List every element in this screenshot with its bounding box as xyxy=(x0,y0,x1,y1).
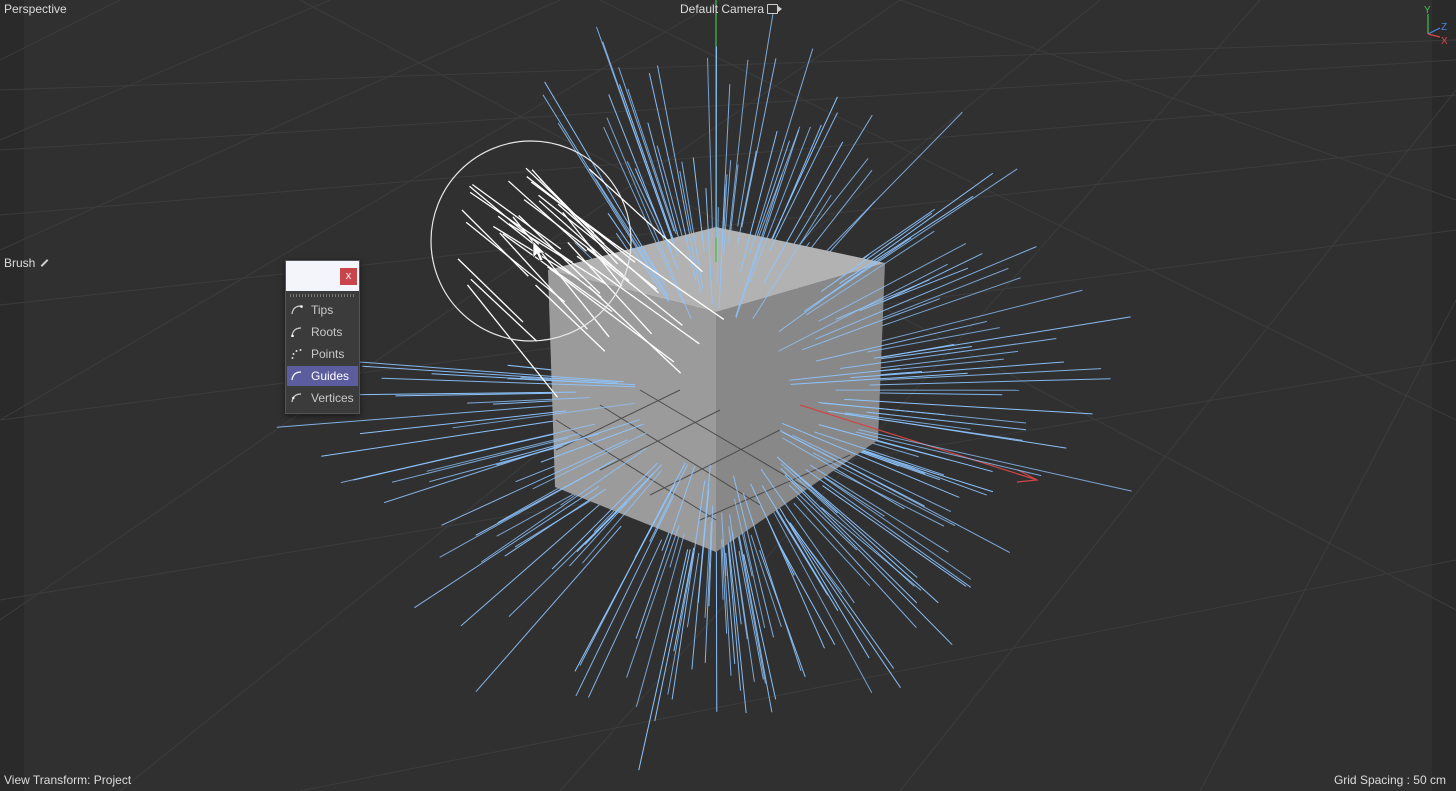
hair-strand xyxy=(587,539,663,698)
hair-strand xyxy=(869,378,1111,386)
viewport[interactable]: Perspective Default Camera Brush View Tr… xyxy=(0,0,1456,791)
grid-line xyxy=(0,0,331,141)
hair-strand xyxy=(508,501,627,617)
menu-item-roots[interactable]: Roots xyxy=(287,322,358,342)
gizmo-z-label: Z xyxy=(1441,22,1447,33)
hair-strand xyxy=(359,410,567,435)
grid-line xyxy=(0,59,1456,151)
vertices-icon xyxy=(291,393,302,403)
hair-strand xyxy=(780,463,915,587)
hair-strand xyxy=(812,452,956,526)
view-transform-label: View Transform: Project xyxy=(4,773,132,787)
hair-strand xyxy=(839,195,974,285)
gizmo-y-label: Y xyxy=(1424,5,1431,16)
grid-line xyxy=(899,89,1456,791)
selected-hair-strand xyxy=(457,258,524,323)
grid-spacing-label: Grid Spacing : 50 cm xyxy=(1333,773,1446,787)
menu-item-vertices[interactable]: Vertices xyxy=(287,388,358,408)
hair-strand xyxy=(785,518,901,688)
hair-strand xyxy=(750,534,782,628)
view-name-label[interactable]: Perspective xyxy=(4,2,67,16)
scene-canvas[interactable] xyxy=(0,0,1456,791)
roots-icon xyxy=(291,327,302,337)
hair-strand xyxy=(618,67,675,232)
hair-strand xyxy=(742,492,802,671)
gizmo-z-axis xyxy=(1427,27,1441,35)
hair-strand xyxy=(414,486,600,609)
hair-strand xyxy=(844,398,1093,415)
gizmo-x-label: X xyxy=(1441,36,1448,47)
hair-strand xyxy=(626,524,680,678)
menu-item-label: Tips xyxy=(311,303,334,317)
menu-item-label: Guides xyxy=(311,369,350,383)
selected-hair-strand xyxy=(539,178,605,245)
gizmo-x-axis xyxy=(1427,33,1441,38)
hair-strand xyxy=(850,361,1064,379)
menu-item-label: Points xyxy=(311,347,345,361)
menu-item-label: Roots xyxy=(311,325,343,339)
camera-name: Default Camera xyxy=(680,2,765,16)
points-icon xyxy=(291,349,302,359)
camera-icon xyxy=(767,4,783,14)
selected-hair-strand xyxy=(470,278,538,342)
tool-label: Brush xyxy=(4,256,49,270)
popup-grip-handle[interactable] xyxy=(290,294,355,297)
hair-strand xyxy=(504,488,607,557)
hair-strand xyxy=(638,549,689,771)
selected-hair-strand xyxy=(461,209,529,277)
hair-strand xyxy=(779,429,1011,554)
hair-strand xyxy=(757,482,873,694)
hair-strand xyxy=(321,420,557,457)
grid-line xyxy=(299,559,1456,791)
menu-item-tips[interactable]: Tips xyxy=(287,300,358,320)
menu-item-guides[interactable]: Guides xyxy=(287,366,358,386)
selected-hair-strand xyxy=(466,284,559,398)
camera-label[interactable]: Default Camera xyxy=(680,2,783,16)
tips-icon xyxy=(291,305,303,315)
popup-titlebar[interactable]: x xyxy=(286,261,359,291)
grid-line xyxy=(899,0,1456,201)
pen-icon xyxy=(40,259,49,267)
guides-icon xyxy=(291,371,302,381)
hair-strand xyxy=(707,57,714,235)
hair-strand xyxy=(833,470,945,527)
hair-strand xyxy=(575,495,675,697)
hair-strand xyxy=(635,533,685,707)
hair-strand xyxy=(736,150,757,245)
hair-strand xyxy=(391,437,569,483)
grid-line xyxy=(1199,299,1456,791)
menu-item-label: Vertices xyxy=(311,391,354,405)
grid-line xyxy=(0,0,561,251)
hair-strand xyxy=(749,48,814,254)
menu-item-points[interactable]: Points xyxy=(287,344,358,364)
tool-name: Brush xyxy=(4,256,36,270)
close-icon[interactable]: x xyxy=(340,268,357,285)
selection-mode-popup[interactable]: x Tips Roots Points Guides Vertices xyxy=(285,260,360,414)
axis-gizmo: Y Z X xyxy=(1424,5,1448,47)
hair-strand xyxy=(728,59,749,242)
